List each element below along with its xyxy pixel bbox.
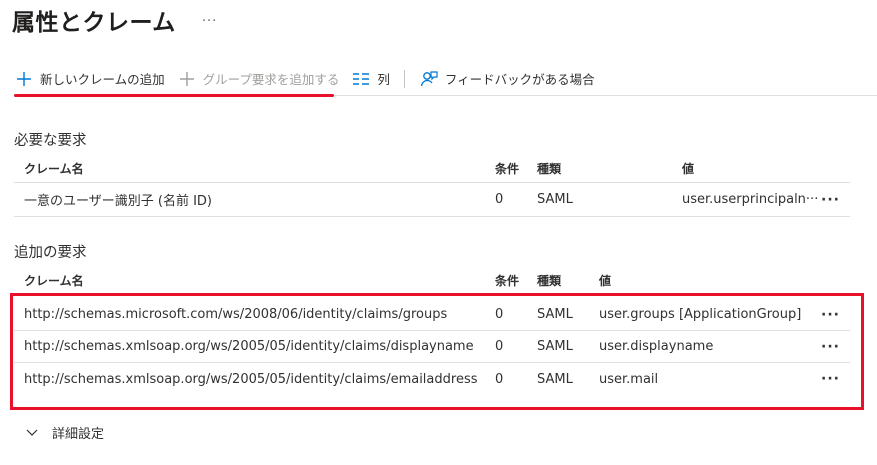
plus-icon	[177, 69, 197, 89]
toolbar-highlight-underline	[14, 94, 334, 97]
claim-value: user.userprincipaln···	[682, 192, 819, 207]
row-more-button[interactable]: ···	[821, 192, 840, 208]
header-claim-name[interactable]: クレーム名	[14, 160, 495, 177]
header-claim-name[interactable]: クレーム名	[14, 272, 495, 289]
header-type[interactable]: 種類	[537, 160, 682, 177]
toolbar-separator	[403, 69, 405, 88]
add-claim-label: 新しいクレームの追加	[40, 72, 165, 87]
chevron-down-icon	[24, 425, 40, 441]
feedback-label: フィードバックがある場合	[444, 72, 595, 87]
columns-icon	[351, 69, 371, 89]
highlight-box	[10, 293, 864, 410]
header-value[interactable]: 値	[682, 160, 694, 177]
header-condition[interactable]: 条件	[495, 160, 537, 177]
add-claim-button[interactable]: 新しいクレームの追加	[14, 62, 165, 96]
header-value[interactable]: 値	[599, 272, 611, 289]
claim-name: 一意のユーザー識別子 (名前 ID)	[24, 194, 212, 209]
toolbar: 新しいクレームの追加 グループ要求を追加する 列 フィードバックがある場合	[14, 62, 877, 96]
columns-label: 列	[377, 72, 390, 87]
header-type[interactable]: 種類	[537, 272, 599, 289]
table-row[interactable]: 一意のユーザー識別子 (名前 ID) 0 SAML user.userprinc…	[14, 183, 850, 217]
table-header: クレーム名 条件 種類 値	[14, 155, 850, 183]
advanced-settings-label: 詳細設定	[52, 427, 105, 442]
additional-claims-title: 追加の要求	[14, 245, 87, 261]
required-claims-table: クレーム名 条件 種類 値 一意のユーザー識別子 (名前 ID) 0 SAML …	[14, 155, 850, 217]
required-claims-title: 必要な要求	[14, 133, 87, 149]
advanced-settings-toggle[interactable]: 詳細設定	[24, 423, 104, 442]
add-group-claim-button[interactable]: グループ要求を追加する	[177, 62, 340, 96]
page-title: 属性とクレーム	[12, 10, 176, 36]
header-condition[interactable]: 条件	[495, 272, 537, 289]
claim-type: SAML	[537, 192, 573, 207]
title-row: 属性とクレーム ···	[12, 4, 217, 36]
feedback-button[interactable]: フィードバックがある場合	[419, 62, 595, 96]
table-header: クレーム名 条件 種類 値	[14, 267, 850, 295]
columns-button[interactable]: 列	[351, 62, 390, 96]
plus-icon	[14, 69, 34, 89]
feedback-icon	[419, 69, 439, 89]
add-group-claim-label: グループ要求を追加する	[202, 72, 340, 87]
claim-condition: 0	[495, 192, 504, 207]
page-more-button[interactable]: ···	[202, 14, 217, 29]
